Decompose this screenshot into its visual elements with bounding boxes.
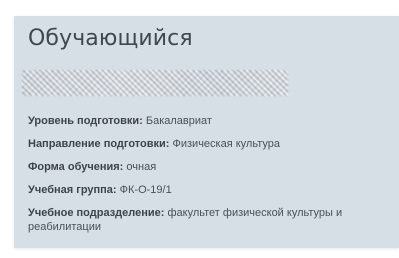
- field-study-form: Форма обучения: очная: [28, 160, 398, 174]
- field-value: ФК-О-19/1: [119, 184, 172, 196]
- field-label: Направление подготовки:: [28, 138, 170, 150]
- student-card: Обучающийся Уровень подготовки: Бакалавр…: [14, 16, 399, 248]
- field-value: Бакалавриат: [145, 115, 212, 127]
- field-value: очная: [126, 161, 157, 173]
- redacted-student-name: [22, 70, 288, 96]
- card-title: Обучающийся: [28, 26, 193, 51]
- field-training-level: Уровень подготовки: Бакалавриат: [28, 114, 398, 128]
- field-department: Учебное подразделение: факультет физичес…: [28, 206, 398, 234]
- student-info-list: Уровень подготовки: Бакалавриат Направле…: [28, 114, 398, 243]
- field-label: Уровень подготовки:: [28, 115, 143, 127]
- field-label: Учебная группа:: [28, 184, 117, 196]
- field-label: Учебное подразделение:: [28, 207, 165, 219]
- field-label: Форма обучения:: [28, 161, 124, 173]
- field-value: Физическая культура: [172, 138, 281, 150]
- field-study-group: Учебная группа: ФК-О-19/1: [28, 183, 398, 197]
- field-direction: Направление подготовки: Физическая культ…: [28, 137, 398, 151]
